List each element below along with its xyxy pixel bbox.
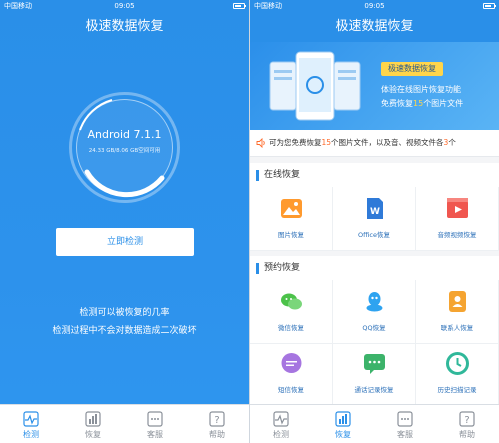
storage-readout: 24.33 GB/8.06 GB空间可用 bbox=[88, 148, 161, 154]
free-quota-notice: 可为您免费恢复15个图片文件，以及音、视频文件各3个 bbox=[250, 130, 499, 157]
online-recover-grid: 图片恢复 W Office恢复 音频视频恢复 bbox=[250, 187, 499, 251]
status-bar: 中国移动 09:05 bbox=[0, 0, 249, 12]
banner-line-2: 免费恢复15个图片文件 bbox=[381, 99, 464, 108]
tab-label: 恢复 bbox=[335, 430, 351, 439]
item-label: 通话记录恢复 bbox=[354, 386, 394, 394]
page-title: 极速数据恢复 bbox=[85, 19, 164, 34]
tab-detect[interactable]: 检测 bbox=[0, 405, 62, 443]
contacts-icon bbox=[449, 291, 466, 312]
booking-recover-item[interactable]: QQ恢复 bbox=[333, 280, 416, 344]
sms-icon bbox=[281, 353, 302, 373]
tab-help[interactable]: ? 帮助 bbox=[186, 405, 248, 443]
clock: 09:05 bbox=[114, 2, 135, 10]
item-label: 短信恢复 bbox=[278, 386, 304, 394]
carousel-indicator[interactable] bbox=[362, 120, 389, 130]
phones-illustration-icon bbox=[269, 51, 361, 121]
history-icon bbox=[446, 352, 469, 375]
pulse-icon bbox=[273, 411, 289, 427]
online-recover-header: 在线恢复 bbox=[250, 163, 499, 187]
chart-icon bbox=[85, 411, 101, 427]
tab-detect[interactable]: 检测 bbox=[250, 405, 312, 443]
battery-icon bbox=[483, 3, 496, 9]
item-label: 音频视频恢复 bbox=[437, 231, 477, 239]
tab-service[interactable]: 客服 bbox=[124, 405, 186, 443]
online-recover-item[interactable]: 音频视频恢复 bbox=[416, 187, 499, 251]
tab-label: 恢复 bbox=[85, 430, 101, 439]
tab-service[interactable]: 客服 bbox=[374, 405, 436, 443]
booking-recover-item[interactable]: 通话记录恢复 bbox=[333, 342, 416, 406]
chat-icon bbox=[147, 411, 163, 427]
item-label: 微信恢复 bbox=[278, 324, 304, 332]
clock: 09:05 bbox=[364, 2, 385, 10]
booking-recover-header: 预约恢复 bbox=[250, 256, 499, 280]
detect-screen: 中国移动 09:05 极速数据恢复 Android 7.1.1 24.33 GB… bbox=[0, 0, 249, 443]
hint-no-damage: 检测过程中不会对数据造成二次破坏 bbox=[52, 326, 197, 336]
booking-recover-item[interactable]: 联系人恢复 bbox=[416, 280, 499, 344]
help-icon: ? bbox=[209, 411, 225, 427]
screenshot-pair: 中国移动 09:05 极速数据恢复 Android 7.1.1 24.33 GB… bbox=[0, 0, 499, 443]
tab-label: 帮助 bbox=[459, 430, 475, 439]
tab-label: 客服 bbox=[397, 430, 413, 439]
wechat-icon bbox=[281, 293, 302, 310]
booking-recover-item[interactable]: 短信恢复 bbox=[250, 342, 333, 406]
storage-gauge: Android 7.1.1 24.33 GB/8.06 GB空间可用 bbox=[67, 90, 182, 205]
tab-label: 检测 bbox=[273, 430, 289, 439]
tab-recover[interactable]: 恢复 bbox=[312, 405, 374, 443]
item-label: Office恢复 bbox=[358, 231, 390, 239]
item-label: QQ恢复 bbox=[362, 324, 386, 332]
tab-label: 客服 bbox=[147, 430, 163, 439]
word-icon: W bbox=[367, 198, 383, 219]
booking-recover-grid: 微信恢复 QQ恢复 联系人恢复短信恢复 通话记录恢复 历史扫描记录 bbox=[250, 280, 499, 406]
banner-line-1: 体验在线图片恢复功能 bbox=[381, 85, 461, 94]
help-icon: ? bbox=[459, 411, 475, 427]
tab-help[interactable]: ? 帮助 bbox=[436, 405, 498, 443]
item-label: 联系人恢复 bbox=[440, 324, 474, 332]
speaker-icon bbox=[256, 138, 265, 148]
tab-label: 帮助 bbox=[209, 430, 225, 439]
svg-text:?: ? bbox=[464, 415, 469, 426]
chart-icon bbox=[335, 411, 351, 427]
image-icon bbox=[281, 199, 302, 218]
promo-banner[interactable]: 极速数据恢复 体验在线图片恢复功能 免费恢复15个图片文件 bbox=[250, 42, 499, 130]
online-recover-item[interactable]: 图片恢复 bbox=[250, 187, 333, 251]
item-label: 历史扫描记录 bbox=[437, 386, 477, 394]
bottom-tab-bar: 检测 恢复 客服 ? 帮助 bbox=[0, 404, 249, 443]
video-icon bbox=[447, 198, 468, 218]
hint-recover-chance: 检测可以被恢复的几率 bbox=[79, 308, 170, 318]
status-bar: 中国移动 09:05 bbox=[250, 0, 499, 12]
booking-recover-item[interactable]: 历史扫描记录 bbox=[416, 342, 499, 406]
item-label: 图片恢复 bbox=[278, 231, 304, 239]
bottom-tab-bar: 检测 恢复 客服 ? 帮助 bbox=[250, 404, 499, 443]
battery-icon bbox=[233, 3, 246, 9]
os-version: Android 7.1.1 bbox=[87, 128, 162, 141]
chat-icon bbox=[397, 411, 413, 427]
page-title: 极速数据恢复 bbox=[250, 12, 499, 42]
tab-recover[interactable]: 恢复 bbox=[62, 405, 124, 443]
pulse-icon bbox=[23, 411, 39, 427]
tab-label: 检测 bbox=[23, 430, 39, 439]
banner-title: 极速数据恢复 bbox=[381, 62, 443, 76]
online-recover-item[interactable]: W Office恢复 bbox=[333, 187, 416, 251]
call-log-icon bbox=[364, 354, 385, 374]
svg-text:W: W bbox=[370, 207, 380, 217]
svg-text:?: ? bbox=[214, 415, 219, 426]
qq-icon bbox=[366, 292, 383, 312]
detect-now-button[interactable]: 立即检测 bbox=[56, 228, 194, 256]
booking-recover-item[interactable]: 微信恢复 bbox=[250, 280, 333, 344]
recover-screen: 中国移动 09:05 极速数据恢复 极速数据恢复 体验在线图片恢复功能 免费恢复… bbox=[250, 0, 499, 443]
